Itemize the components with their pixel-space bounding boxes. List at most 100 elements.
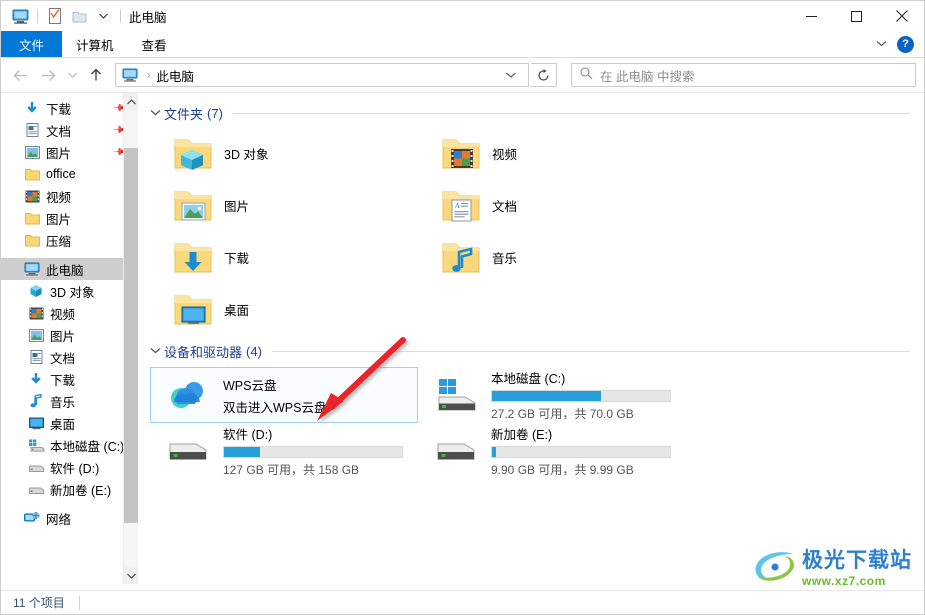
sidebar-item-desktop[interactable]: 桌面 bbox=[1, 412, 138, 434]
download-icon bbox=[27, 371, 45, 387]
search-input[interactable]: 在 此电脑 中搜索 bbox=[571, 63, 916, 87]
scroll-up-button[interactable] bbox=[124, 93, 138, 110]
chevron-down-icon[interactable] bbox=[150, 108, 164, 119]
sidebar-item-videos-quick[interactable]: 视频 bbox=[1, 185, 138, 207]
sidebar-label: 压缩 bbox=[46, 234, 72, 249]
sidebar-item-documents-quick[interactable]: 文档 📌 bbox=[1, 119, 138, 141]
folder-item-videos[interactable]: 视频 bbox=[418, 127, 686, 179]
drive-item-d[interactable]: 软件 (D:) 127 GB 可用，共 158 GB bbox=[150, 423, 418, 479]
drive-icon bbox=[27, 459, 45, 475]
tab-file[interactable]: 文件 bbox=[1, 31, 63, 57]
svg-text:A: A bbox=[454, 202, 460, 210]
document-icon bbox=[23, 122, 41, 138]
sidebar-item-local-disk-c[interactable]: 本地磁盘 (C:) bbox=[1, 434, 138, 456]
pictures-icon bbox=[27, 327, 45, 343]
address-dropdown-chevron-icon[interactable] bbox=[498, 70, 524, 81]
sidebar-item-drive-e[interactable]: 新加卷 (E:) bbox=[1, 478, 138, 500]
navigation-bar: › 此电脑 在 此电脑 中搜索 bbox=[1, 58, 924, 92]
folder-videos-icon bbox=[438, 131, 484, 175]
qat-separator bbox=[37, 9, 38, 23]
sidebar-label: 新加卷 (E:) bbox=[50, 483, 112, 498]
sidebar-item-pictures-folder[interactable]: 图片 bbox=[1, 207, 138, 229]
address-bar[interactable]: › 此电脑 bbox=[115, 63, 529, 87]
scroll-down-button[interactable] bbox=[124, 567, 139, 584]
folder-item-downloads[interactable]: 下载 bbox=[150, 231, 418, 283]
sidebar-item-videos[interactable]: 视频 bbox=[1, 302, 138, 324]
capacity-bar bbox=[491, 390, 671, 402]
folders-group-header[interactable]: 文件夹 (7) bbox=[150, 103, 924, 123]
folder-label: 音乐 bbox=[492, 251, 518, 266]
customize-chevron-icon[interactable] bbox=[92, 5, 114, 27]
document-icon bbox=[27, 349, 45, 365]
breadcrumb[interactable]: 此电脑 bbox=[156, 66, 498, 85]
drive-item-e[interactable]: 新加卷 (E:) 9.90 GB 可用，共 9.99 GB bbox=[418, 423, 686, 479]
drive-free-space: 127 GB 可用，共 158 GB bbox=[223, 463, 360, 477]
drive-item-wps-cloud[interactable]: WPS云盘 双击进入WPS云盘 bbox=[150, 367, 418, 423]
refresh-button[interactable] bbox=[531, 63, 557, 87]
back-button[interactable] bbox=[7, 62, 33, 88]
scrollbar-thumb[interactable] bbox=[124, 148, 139, 523]
devices-group-title: 设备和驱动器 bbox=[164, 344, 243, 360]
address-this-pc-icon bbox=[122, 68, 138, 82]
folder-downloads-icon bbox=[170, 235, 216, 279]
folder-label: 图片 bbox=[224, 199, 250, 214]
folder-item-pictures[interactable]: 图片 bbox=[150, 179, 418, 231]
folder-pictures-icon bbox=[170, 183, 216, 227]
maximize-button[interactable] bbox=[834, 1, 879, 31]
sidebar-item-3d-objects[interactable]: 3D 对象 bbox=[1, 280, 138, 302]
folder-item-3d-objects[interactable]: 3D 对象 bbox=[150, 127, 418, 179]
tab-view[interactable]: 查看 bbox=[128, 31, 181, 57]
sidebar-label: 桌面 bbox=[50, 417, 76, 432]
sidebar-item-compressed[interactable]: 压缩 bbox=[1, 229, 138, 251]
new-folder-icon[interactable] bbox=[68, 5, 90, 27]
recent-locations-chevron-icon[interactable] bbox=[63, 62, 81, 88]
sidebar-item-documents[interactable]: 文档 bbox=[1, 346, 138, 368]
windows-drive-icon bbox=[429, 373, 487, 417]
this-pc-icon bbox=[23, 261, 41, 277]
folder-item-music[interactable]: 音乐 bbox=[418, 231, 686, 283]
sidebar-item-pictures[interactable]: 图片 bbox=[1, 324, 138, 346]
sidebar-label: office bbox=[46, 167, 76, 181]
3d-objects-icon bbox=[27, 283, 45, 299]
sidebar-label: 视频 bbox=[50, 307, 76, 322]
chevron-down-icon[interactable] bbox=[150, 346, 164, 357]
sidebar-item-pictures-quick[interactable]: 图片 📌 bbox=[1, 141, 138, 163]
sidebar-item-music[interactable]: 音乐 bbox=[1, 390, 138, 412]
folder-item-documents[interactable]: A 文档 bbox=[418, 179, 686, 231]
drive-info: 新加卷 (E:) 9.90 GB 可用，共 9.99 GB bbox=[491, 424, 685, 478]
folder-item-desktop[interactable]: 桌面 bbox=[150, 283, 418, 335]
folder-label: 文档 bbox=[492, 199, 518, 214]
sidebar-item-network[interactable]: 网络 bbox=[1, 507, 138, 529]
sidebar-item-drive-d[interactable]: 软件 (D:) bbox=[1, 456, 138, 478]
close-button[interactable] bbox=[879, 1, 924, 31]
folder-icon bbox=[23, 232, 41, 248]
folder-3d-icon bbox=[170, 131, 216, 175]
minimize-button[interactable] bbox=[789, 1, 834, 31]
sidebar-item-office[interactable]: office bbox=[1, 163, 138, 185]
pictures-icon bbox=[23, 144, 41, 160]
ribbon-expand-chevron-icon[interactable] bbox=[876, 38, 887, 50]
forward-button[interactable] bbox=[35, 62, 61, 88]
drive-item-local-disk-c[interactable]: 本地磁盘 (C:) 27.2 GB 可用，共 70.0 GB bbox=[418, 367, 686, 423]
file-explorer-window: 此电脑 文件 计算机 查看 ? › 此电脑 在 此电脑 中搜索 下载 📌 文档 … bbox=[0, 0, 925, 615]
drive-info: 本地磁盘 (C:) 27.2 GB 可用，共 70.0 GB bbox=[491, 368, 685, 422]
properties-icon[interactable] bbox=[44, 5, 66, 27]
navigation-pane: 下载 📌 文档 📌 图片 📌 office 视频 图片 压缩 此电脑 3D 对象… bbox=[1, 93, 139, 584]
devices-group-header[interactable]: 设备和驱动器 (4) bbox=[150, 341, 924, 361]
navigation-pane-scrollbar[interactable] bbox=[123, 93, 139, 584]
up-button[interactable] bbox=[83, 62, 109, 88]
folder-icon bbox=[23, 210, 41, 226]
sidebar-item-this-pc[interactable]: 此电脑 bbox=[1, 258, 138, 280]
sidebar-item-downloads-quick[interactable]: 下载 📌 bbox=[1, 97, 138, 119]
this-pc-icon[interactable] bbox=[9, 5, 31, 27]
sidebar-item-downloads[interactable]: 下载 bbox=[1, 368, 138, 390]
sidebar-label: 图片 bbox=[46, 212, 72, 227]
file-list-pane: 文件夹 (7) 3D 对象 视频 图片 A 文档 下载 音乐 桌面 设备和驱动器… bbox=[138, 93, 924, 584]
sidebar-label: 文档 bbox=[46, 124, 72, 139]
sidebar-label: 音乐 bbox=[50, 395, 76, 410]
sidebar-label: 网络 bbox=[46, 512, 72, 527]
help-icon[interactable]: ? bbox=[897, 35, 914, 53]
devices-group-count: (4) bbox=[246, 343, 262, 359]
tab-computer[interactable]: 计算机 bbox=[62, 31, 128, 57]
